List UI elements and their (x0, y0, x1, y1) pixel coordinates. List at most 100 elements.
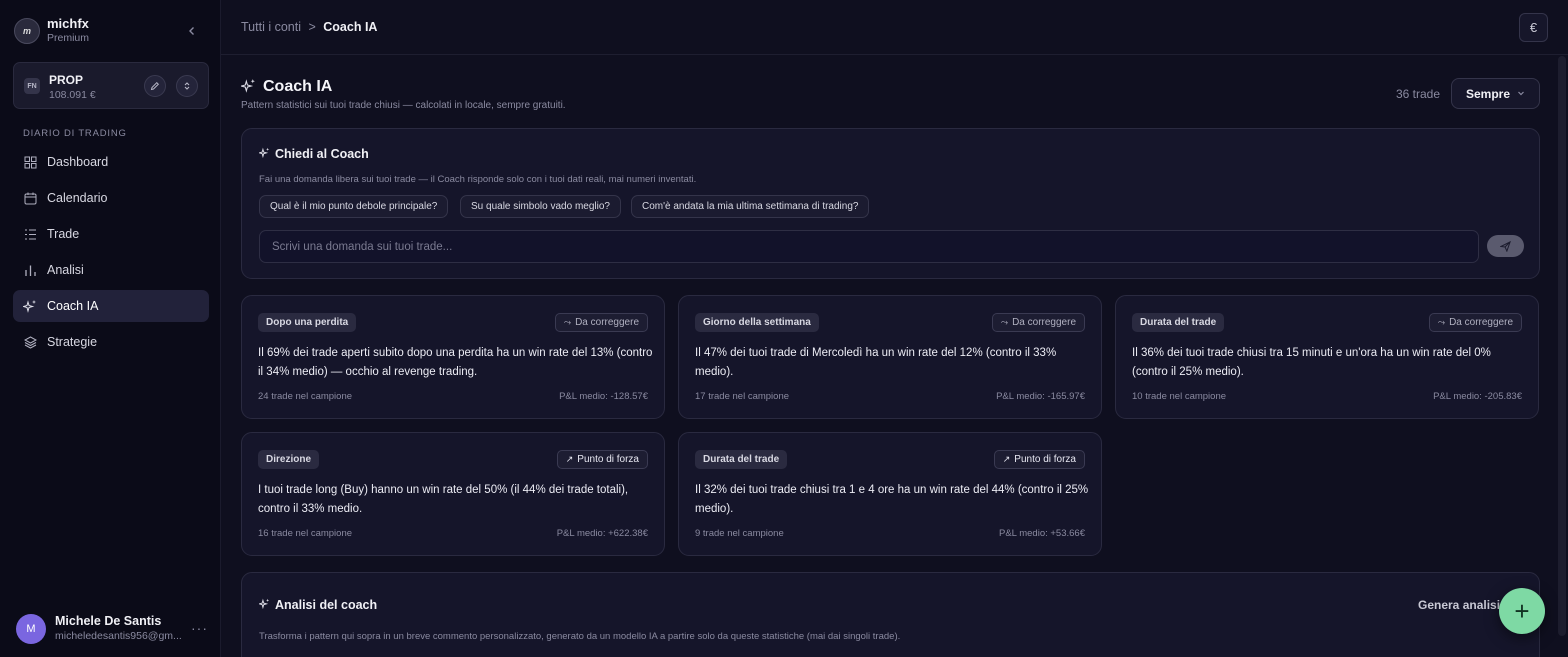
trending-up-icon: ↗ (565, 454, 574, 464)
insight-pnl: P&L medio: -128.57€ (559, 391, 648, 402)
sidebar-item-analisi[interactable]: Analisi (13, 254, 209, 286)
insight-sample: 24 trade nel campione (258, 391, 353, 402)
sidebar-item-label: Strategie (47, 335, 98, 349)
collapse-sidebar-icon[interactable] (187, 24, 197, 39)
breadcrumb-current: Coach IA (323, 20, 378, 34)
analysis-title: Analisi del coach (257, 598, 378, 612)
page-subtitle: Pattern statistici sui tuoi trade chiusi… (241, 100, 566, 111)
list-icon (23, 227, 37, 241)
insight-pnl: P&L medio: -165.97€ (996, 391, 1085, 402)
period-value: Sempre (1466, 86, 1511, 101)
insight-status-label: Punto di forza (1014, 454, 1076, 465)
insight-card: Durata del trade ⤳ Da correggere Il 36% … (1115, 295, 1539, 419)
brand-name: michfx (47, 16, 89, 31)
analysis-description: Trasforma i pattern qui sopra in un brev… (259, 631, 901, 642)
insight-text: Il 47% dei tuoi trade di Mercoledì ha un… (695, 347, 1057, 378)
sparkles-icon (239, 78, 256, 96)
ask-coach-title: Chiedi al Coach (257, 147, 369, 161)
page-heading: Coach IA (263, 78, 333, 95)
suggestion-chip[interactable]: Com'è andata la mia ultima settimana di … (631, 195, 870, 218)
account-name: PROP (49, 73, 84, 87)
insight-status-label: Punto di forza (577, 454, 639, 465)
sidebar-item-label: Analisi (47, 263, 84, 277)
user-name: Michele De Santis (55, 614, 162, 628)
insight-text: Il 32% dei tuoi trade chiusi tra 1 e 4 o… (695, 484, 1089, 515)
insight-card: Giorno della settimana ⤳ Da correggere I… (678, 295, 1102, 419)
insight-pnl: P&L medio: -205.83€ (1433, 391, 1522, 402)
insight-status-label: Da correggere (575, 317, 639, 328)
sidebar-item-strategie[interactable]: Strategie (13, 326, 209, 358)
pencil-icon (150, 81, 160, 91)
avatar: M (16, 614, 46, 644)
scrollbar[interactable] (1558, 56, 1566, 636)
insight-text: I tuoi trade long (Buy) hanno un win rat… (258, 484, 629, 515)
insight-pnl: P&L medio: +622.38€ (556, 528, 648, 539)
insight-status-badge: ⤳ Da correggere (1428, 313, 1522, 332)
period-select[interactable]: Sempre (1451, 78, 1540, 109)
layers-icon (23, 335, 37, 349)
analysis-title-text: Analisi del coach (275, 598, 378, 612)
sidebar-item-calendario[interactable]: Calendario (13, 182, 209, 214)
insight-card: Durata del trade ↗ Punto di forza Il 32%… (678, 432, 1102, 556)
page-title: Coach IA (239, 78, 333, 96)
ask-coach-input[interactable] (259, 230, 1479, 263)
insight-tag: Dopo una perdita (258, 313, 357, 332)
trending-up-icon: ↗ (1002, 454, 1011, 464)
add-trade-button[interactable]: + (1499, 588, 1545, 634)
sidebar-item-label: Trade (47, 227, 80, 241)
send-button[interactable] (1487, 235, 1524, 257)
insight-sample: 9 trade nel campione (695, 528, 784, 539)
brand-logo: m (14, 18, 40, 44)
sidebar-item-dashboard[interactable]: Dashboard (13, 146, 209, 178)
insight-status-badge: ↗ Punto di forza (993, 450, 1085, 469)
insight-card: Direzione ↗ Punto di forza I tuoi trade … (241, 432, 665, 556)
insight-text: Il 69% dei trade aperti subito dopo una … (258, 347, 653, 378)
insight-status-badge: ⤳ Da correggere (991, 313, 1085, 332)
sidebar: m michfx Premium FN PROP 108.091 € DIARI… (0, 0, 221, 657)
insight-tag: Giorno della settimana (695, 313, 819, 332)
insight-text: Il 36% dei tuoi trade chiusi tra 15 minu… (1132, 347, 1491, 378)
sparkles-icon (257, 147, 270, 161)
sidebar-item-label: Dashboard (47, 155, 109, 169)
calendar-icon (23, 191, 37, 205)
currency-button[interactable]: € (1519, 13, 1548, 42)
insight-tag: Direzione (258, 450, 320, 469)
switch-account-button[interactable] (176, 75, 198, 97)
insight-sample: 17 trade nel campione (695, 391, 790, 402)
user-profile[interactable]: M Michele De Santis micheledesantis956@g… (16, 614, 182, 644)
trending-down-icon: ⤳ (1437, 317, 1446, 327)
sidebar-item-coach-ia[interactable]: Coach IA (13, 290, 209, 322)
bar-chart-icon (23, 263, 37, 277)
ask-coach-description: Fai una domanda libera sui tuoi trade — … (259, 174, 697, 185)
insight-tag: Durata del trade (1132, 313, 1225, 332)
suggestion-chip[interactable]: Qual è il mio punto debole principale? (259, 195, 449, 218)
edit-account-button[interactable] (144, 75, 166, 97)
ask-coach-title-text: Chiedi al Coach (275, 147, 369, 161)
insight-sample: 16 trade nel campione (258, 528, 353, 539)
chevron-down-icon (1517, 89, 1525, 99)
account-badge: FN (24, 78, 40, 94)
sidebar-item-label: Coach IA (47, 299, 99, 313)
brand-plan: Premium (47, 32, 90, 44)
brand[interactable]: m michfx Premium (14, 17, 89, 45)
insight-status-badge: ⤳ Da correggere (554, 313, 648, 332)
sidebar-item-trade[interactable]: Trade (13, 218, 209, 250)
trending-down-icon: ⤳ (1000, 317, 1009, 327)
ask-coach-card: Chiedi al Coach Fai una domanda libera s… (241, 128, 1540, 279)
insight-sample: 10 trade nel campione (1132, 391, 1227, 402)
insight-status-label: Da correggere (1449, 317, 1513, 328)
insight-status-label: Da correggere (1012, 317, 1076, 328)
sidebar-item-label: Calendario (47, 191, 108, 205)
topbar: Tutti i conti > Coach IA € (221, 0, 1568, 55)
more-options-icon[interactable]: ··· (191, 620, 208, 636)
chevrons-up-down-icon (184, 82, 190, 90)
breadcrumb: Tutti i conti > Coach IA (241, 20, 377, 34)
breadcrumb-root[interactable]: Tutti i conti (241, 20, 301, 34)
insight-tag: Durata del trade (695, 450, 788, 469)
account-switcher[interactable]: FN PROP 108.091 € (13, 62, 209, 109)
breadcrumb-separator: > (308, 20, 316, 34)
generate-analysis-button[interactable]: Genera analisi (1418, 598, 1500, 612)
suggestion-chip[interactable]: Su quale simbolo vado meglio? (460, 195, 621, 218)
sparkles-icon (23, 299, 37, 313)
section-label: DIARIO DI TRADING (23, 128, 127, 139)
